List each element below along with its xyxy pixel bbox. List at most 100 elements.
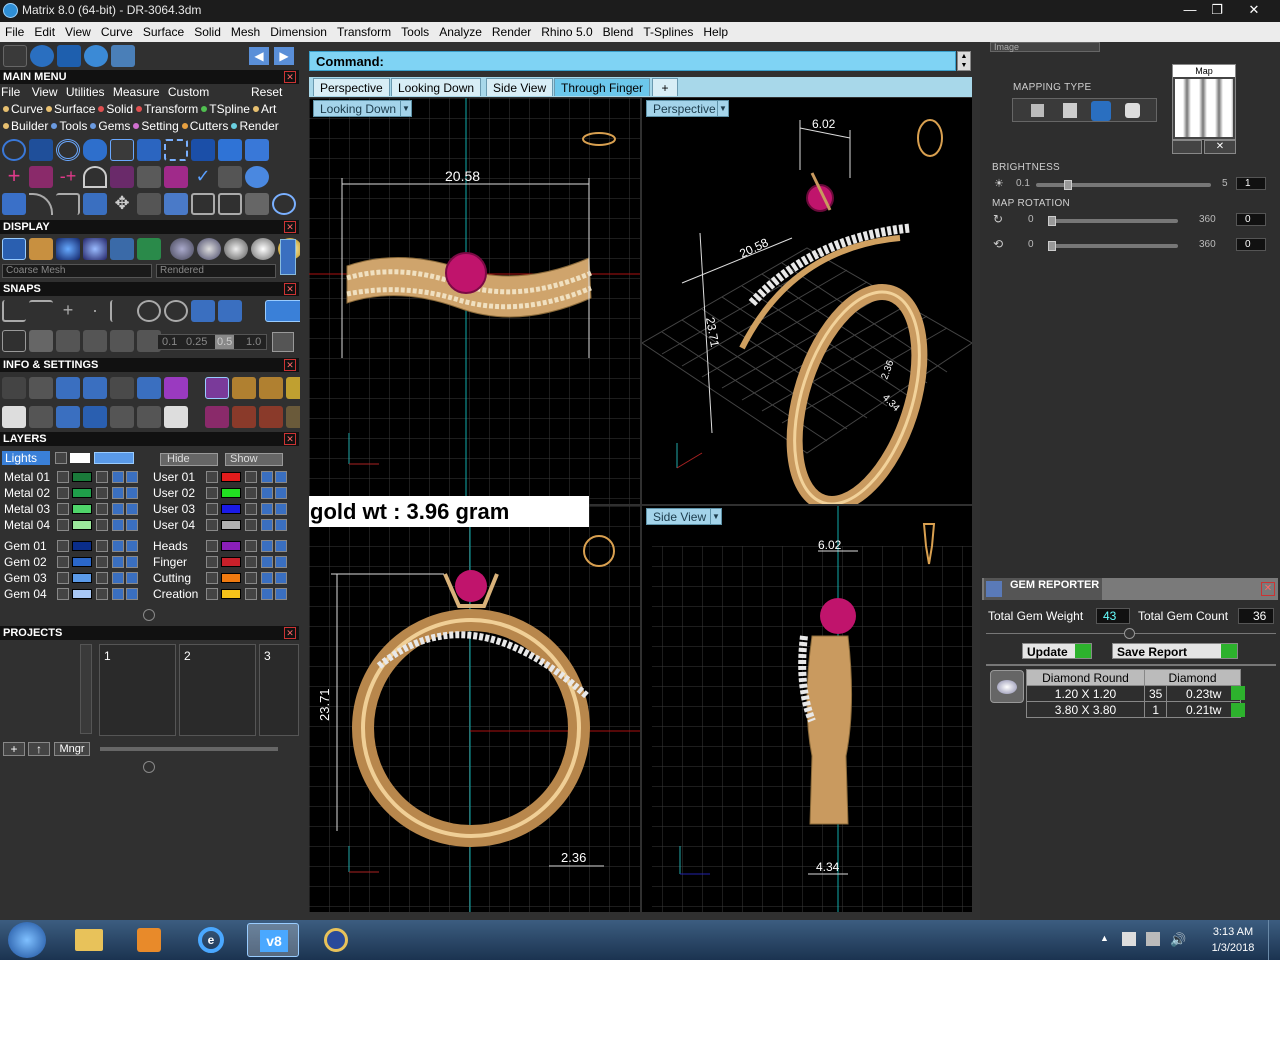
- weight-info-icon[interactable]: [232, 377, 256, 399]
- blend-tool-icon[interactable]: [191, 193, 215, 215]
- cat-cutters[interactable]: Cutters: [190, 119, 229, 133]
- flag-tray-icon[interactable]: [1122, 932, 1136, 946]
- menu-blend[interactable]: Blend: [598, 22, 639, 42]
- ie-taskbar-button[interactable]: e: [185, 923, 237, 957]
- wave-tool-icon[interactable]: [218, 166, 242, 188]
- maximize-button[interactable]: ❐: [1202, 0, 1232, 20]
- show-button[interactable]: Show: [225, 453, 283, 466]
- perspective-label[interactable]: Perspective: [646, 100, 723, 117]
- visibility-icon[interactable]: [112, 487, 124, 499]
- visibility-icon[interactable]: [261, 572, 273, 584]
- material-2-icon[interactable]: [197, 238, 221, 260]
- layer-expand-icon[interactable]: [206, 487, 218, 499]
- layer-expand-icon[interactable]: [206, 540, 218, 552]
- sphere-icon[interactable]: [30, 45, 54, 67]
- magnify-icon[interactable]: [29, 377, 53, 399]
- cube-snap-icon[interactable]: [29, 330, 53, 352]
- rotation2-slider[interactable]: [1048, 244, 1178, 248]
- brightness-knob[interactable]: [1064, 180, 1072, 190]
- cat-tools[interactable]: Tools: [59, 119, 87, 133]
- cat-transform[interactable]: Transform: [144, 102, 198, 116]
- document-icon[interactable]: [110, 377, 134, 399]
- active-toggle-icon[interactable]: [126, 487, 138, 499]
- folder-icon[interactable]: [111, 45, 135, 67]
- snap-grid-icon[interactable]: [272, 332, 294, 352]
- layer-expand-icon[interactable]: [206, 503, 218, 515]
- snap-quad-icon[interactable]: [218, 300, 242, 322]
- lock-icon[interactable]: [96, 471, 108, 483]
- menu-surface[interactable]: Surface: [138, 22, 189, 42]
- shank-tool-icon[interactable]: [83, 139, 107, 161]
- filter-icon[interactable]: [110, 406, 134, 428]
- menu-help[interactable]: Help: [698, 22, 733, 42]
- layers-stack-icon[interactable]: [56, 377, 80, 399]
- feather-tool-icon[interactable]: [164, 193, 188, 215]
- project-slot-1[interactable]: 1: [99, 644, 176, 736]
- wireframe-icon[interactable]: [2, 238, 26, 260]
- pen-icon[interactable]: [137, 377, 161, 399]
- lock-icon[interactable]: [245, 471, 257, 483]
- tab-side-view[interactable]: Side View: [486, 78, 554, 96]
- lock-icon[interactable]: [245, 540, 257, 552]
- visibility-icon[interactable]: [112, 471, 124, 483]
- layer-expand-icon[interactable]: [57, 572, 69, 584]
- lock-icon[interactable]: [245, 519, 257, 531]
- plugin-3-icon[interactable]: [259, 406, 283, 428]
- cat-tspline[interactable]: TSpline: [209, 102, 250, 116]
- lights-color-swatch[interactable]: [70, 453, 90, 463]
- main-tab-custom[interactable]: Custom: [168, 85, 209, 99]
- cylinder-map-icon[interactable]: [1091, 101, 1111, 121]
- cat-gems[interactable]: Gems: [98, 119, 130, 133]
- sphere-map-icon[interactable]: [1125, 103, 1140, 118]
- layer-expand-icon[interactable]: [206, 519, 218, 531]
- start-button[interactable]: [8, 922, 46, 958]
- planar-map-icon[interactable]: [1031, 104, 1044, 117]
- menu-dimension[interactable]: Dimension: [265, 22, 332, 42]
- add-tab-button[interactable]: +: [652, 78, 678, 96]
- rotation1-knob[interactable]: [1048, 216, 1056, 226]
- ortho-snap-icon[interactable]: [83, 330, 107, 352]
- layer-expand-icon[interactable]: [57, 519, 69, 531]
- command-line[interactable]: Command:: [309, 51, 956, 71]
- map-color-icon[interactable]: [1172, 140, 1202, 154]
- clock[interactable]: 3:13 AM 1/3/2018: [1200, 924, 1266, 956]
- layer-row-gem-02[interactable]: Gem 02: [4, 554, 144, 570]
- gem-row-2-arrow-icon[interactable]: [1231, 703, 1245, 717]
- planar-snap-icon[interactable]: [110, 330, 134, 352]
- explorer-taskbar-button[interactable]: [63, 923, 115, 957]
- grid-icon[interactable]: [3, 45, 27, 67]
- layer-row-user-03[interactable]: User 03: [153, 501, 293, 517]
- layer-color-swatch[interactable]: [72, 541, 92, 551]
- snaps-close-icon[interactable]: ✕: [284, 283, 296, 295]
- lights-toggle[interactable]: [94, 452, 134, 464]
- forward-arrow-icon[interactable]: ▶: [274, 47, 294, 65]
- cube-view-icon[interactable]: [56, 406, 80, 428]
- lock-icon[interactable]: [245, 503, 257, 515]
- projects-scrollbar[interactable]: [80, 644, 92, 734]
- settings-gear-icon[interactable]: [2, 377, 26, 399]
- cost-info-icon[interactable]: [259, 377, 283, 399]
- looking-down-dropdown[interactable]: ▼: [400, 100, 412, 117]
- active-toggle-icon[interactable]: [275, 540, 287, 552]
- edit-tool-icon[interactable]: [137, 193, 161, 215]
- layer-row-finger[interactable]: Finger: [153, 554, 293, 570]
- layer-expand-icon[interactable]: [57, 487, 69, 499]
- active-toggle-icon[interactable]: [126, 503, 138, 515]
- layer-expand-icon[interactable]: [57, 588, 69, 600]
- layer-color-swatch[interactable]: [221, 589, 241, 599]
- ghost-icon[interactable]: [110, 238, 134, 260]
- lock-icon[interactable]: [96, 519, 108, 531]
- display-close-icon[interactable]: ✕: [284, 221, 296, 233]
- ring-tool-icon[interactable]: [57, 45, 81, 67]
- active-toggle-icon[interactable]: [275, 519, 287, 531]
- pattern-tool-icon[interactable]: [137, 166, 161, 188]
- brightness-value[interactable]: 1: [1236, 177, 1266, 190]
- lock-icon[interactable]: [96, 556, 108, 568]
- visibility-icon[interactable]: [261, 588, 273, 600]
- layer-row-user-04[interactable]: User 04: [153, 517, 293, 533]
- looking-down-label[interactable]: Looking Down: [313, 100, 404, 117]
- back-arrow-icon[interactable]: ◀: [249, 47, 269, 65]
- curve-tool-icon[interactable]: [29, 139, 53, 161]
- main-tab-measure[interactable]: Measure: [113, 85, 160, 99]
- shaded-icon[interactable]: [29, 238, 53, 260]
